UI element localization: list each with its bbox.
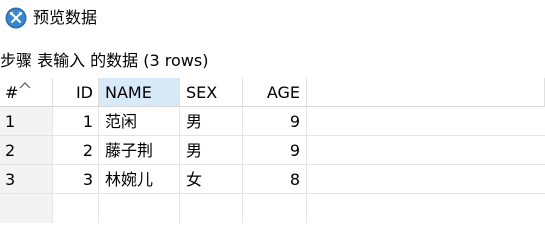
sex-cell[interactable]: 女 xyxy=(180,165,243,194)
table-row[interactable]: 1 1 范闲 男 9 xyxy=(0,107,545,136)
sort-ascending-icon xyxy=(19,82,31,89)
sex-cell xyxy=(180,194,243,223)
row-number-cell xyxy=(0,194,53,223)
table-row[interactable]: 2 2 藤子荆 男 9 xyxy=(0,136,545,165)
name-cell[interactable]: 范闲 xyxy=(99,107,180,136)
row-number-cell[interactable]: 1 xyxy=(0,107,53,136)
age-cell[interactable]: 9 xyxy=(243,107,307,136)
id-cell[interactable]: 3 xyxy=(53,165,99,194)
column-header-filler xyxy=(307,78,545,107)
row-filler xyxy=(307,136,545,165)
age-cell[interactable]: 9 xyxy=(243,136,307,165)
id-cell[interactable]: 2 xyxy=(53,136,99,165)
row-filler xyxy=(307,107,545,136)
preview-data-table[interactable]: # ID NAME SEX AGE 1 1 范闲 男 9 2 2 藤子荆 男 9… xyxy=(0,78,545,223)
row-filler xyxy=(307,194,545,223)
age-cell[interactable]: 8 xyxy=(243,165,307,194)
name-cell xyxy=(99,194,180,223)
sex-cell[interactable]: 男 xyxy=(180,136,243,165)
name-cell[interactable]: 藤子荆 xyxy=(99,136,180,165)
row-number-cell[interactable]: 2 xyxy=(0,136,53,165)
spoon-fork-tool-icon xyxy=(5,7,27,29)
table-header-row: # ID NAME SEX AGE xyxy=(0,78,545,107)
title-bar: 预览数据 xyxy=(0,0,545,36)
id-cell[interactable]: 1 xyxy=(53,107,99,136)
column-header-sex[interactable]: SEX xyxy=(180,78,243,107)
column-header-age[interactable]: AGE xyxy=(243,78,307,107)
column-header-id[interactable]: ID xyxy=(53,78,99,107)
id-cell xyxy=(53,194,99,223)
column-header-name[interactable]: NAME xyxy=(99,78,180,107)
row-number-cell[interactable]: 3 xyxy=(0,165,53,194)
row-filler xyxy=(307,165,545,194)
table-row[interactable]: 3 3 林婉儿 女 8 xyxy=(0,165,545,194)
name-cell[interactable]: 林婉儿 xyxy=(99,165,180,194)
column-header-row-number[interactable]: # xyxy=(0,78,53,107)
window-title: 预览数据 xyxy=(33,8,98,27)
empty-table-row xyxy=(0,194,545,223)
age-cell xyxy=(243,194,307,223)
sex-cell[interactable]: 男 xyxy=(180,107,243,136)
data-caption: 步骤 表输入 的数据 (3 rows) xyxy=(0,51,209,70)
